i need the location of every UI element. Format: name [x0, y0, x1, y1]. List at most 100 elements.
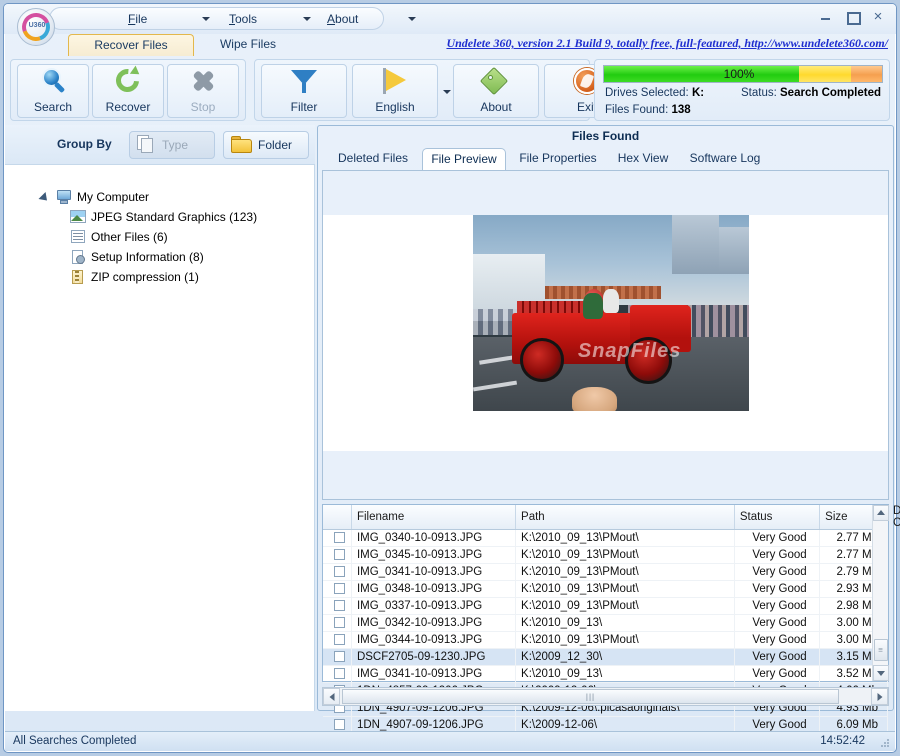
menu-about-chevron-down-icon[interactable] — [408, 17, 416, 21]
cell-checkbox — [323, 631, 352, 649]
table-horizontal-scrollbar[interactable]: ||| — [322, 687, 889, 706]
tree-node-setup-information[interactable]: Setup Information (8) — [55, 247, 314, 267]
zip-icon — [70, 269, 86, 285]
tab-deleted-files[interactable]: Deleted Files — [328, 148, 418, 170]
toolbar-group-options: Filter English About Exit — [254, 59, 630, 121]
language-chevron-down-icon[interactable] — [443, 90, 451, 94]
language-button[interactable]: English — [352, 64, 438, 118]
drives-selected-row: Drives Selected: K: — [605, 87, 704, 99]
table-row[interactable]: IMG_0340-10-0913.JPG K:\2010_09_13\PMout\… — [323, 529, 888, 547]
table-row[interactable]: DSCF2705-09-1230.JPG K:\2009_12_30\ Very G… — [323, 648, 888, 666]
tree-expander-icon[interactable] — [38, 191, 51, 205]
recover-button[interactable]: Recover — [92, 64, 164, 118]
tree-node-jpeg[interactable]: JPEG Standard Graphics (123) — [55, 207, 314, 227]
computer-icon — [56, 189, 72, 205]
menu-item-about[interactable]: About — [327, 11, 358, 28]
file-type-tree: My Computer JPEG Standard Graphics (123)… — [5, 165, 314, 287]
tab-wipe-files[interactable]: Wipe Files — [200, 34, 296, 56]
search-status-label: Status: — [741, 87, 777, 99]
row-checkbox[interactable] — [333, 532, 345, 544]
cell-filename: IMG_0341-10-0913.JPG — [351, 665, 517, 683]
tree-node-zip[interactable]: ZIP compression (1) — [55, 267, 314, 287]
table-row[interactable]: IMG_0342-10-0913.JPG K:\2010_09_13\ Very G… — [323, 614, 888, 632]
vertical-scroll-thumb[interactable]: ≡ — [874, 639, 888, 661]
group-by-folder-button[interactable]: Folder — [223, 131, 309, 159]
column-header-checkbox[interactable] — [323, 505, 352, 530]
row-checkbox[interactable] — [333, 617, 345, 629]
photo-hand — [572, 387, 617, 411]
scroll-down-button[interactable] — [873, 665, 889, 681]
scroll-left-button[interactable] — [323, 688, 340, 705]
horizontal-scroll-thumb[interactable]: ||| — [342, 689, 839, 704]
table-row[interactable]: IMG_0344-10-0913.JPG K:\2010_09_13\PMout\… — [323, 631, 888, 649]
cell-filename: IMG_0337-10-0913.JPG — [351, 597, 517, 615]
cell-path: K:\2010_09_13\PMout\ — [515, 529, 735, 547]
menu-tools-rest: ools — [235, 12, 258, 26]
menu-file-rest: ile — [135, 12, 148, 26]
table-row[interactable]: IMG_0337-10-0913.JPG K:\2010_09_13\PMout\… — [323, 597, 888, 615]
cell-status: Very Good — [734, 614, 821, 632]
promo-link[interactable]: Undelete 360, version 2.1 Build 9, total… — [446, 36, 888, 51]
table-row[interactable]: IMG_0341-10-0913.JPG K:\2010_09_13\ Very G… — [323, 665, 888, 683]
filter-icon — [262, 68, 346, 100]
menu-item-tools[interactable]: Tools — [229, 11, 257, 28]
filter-button[interactable]: Filter — [261, 64, 347, 118]
tab-file-properties[interactable]: File Properties — [512, 148, 604, 170]
tree-node-zip-label: ZIP compression (1) — [91, 270, 199, 284]
application-window: U360 File Tools About × Recover Files Wi… — [3, 3, 900, 753]
maximize-button[interactable] — [844, 10, 861, 25]
folder-icon — [231, 136, 253, 154]
search-status-value: Search Completed — [780, 87, 881, 99]
cell-checkbox — [323, 648, 352, 666]
search-button[interactable]: Search — [17, 64, 89, 118]
row-checkbox[interactable] — [333, 651, 345, 663]
table-row[interactable]: IMG_0341-10-0913.JPG K:\2010_09_13\PMout\… — [323, 563, 888, 581]
about-button[interactable]: About — [453, 64, 539, 118]
table-vertical-scrollbar[interactable]: ≡ — [872, 505, 889, 681]
tab-software-log[interactable]: Software Log — [680, 148, 770, 170]
tree-node-my-computer[interactable]: My Computer — [38, 187, 314, 207]
tree-node-other-files[interactable]: Other Files (6) — [55, 227, 314, 247]
row-checkbox[interactable] — [333, 549, 345, 561]
file-preview-area: SnapFiles — [322, 170, 889, 500]
menu-item-file[interactable]: File — [128, 11, 147, 28]
row-checkbox[interactable] — [333, 634, 345, 646]
row-checkbox[interactable] — [333, 719, 345, 731]
cell-path: K:\2009_12_30\ — [515, 648, 735, 666]
photo-passenger — [602, 289, 620, 313]
group-by-label: Group By — [57, 137, 112, 151]
cell-checkbox — [323, 546, 352, 564]
files-table-wrapper: Filename Path Status Size Date Cre IMG_0… — [322, 504, 900, 734]
tab-recover-files[interactable]: Recover Files — [68, 34, 194, 56]
row-checkbox[interactable] — [333, 600, 345, 612]
photo-building-far — [718, 226, 749, 274]
tab-hex-view[interactable]: Hex View — [610, 148, 676, 170]
photo-driver — [583, 293, 603, 319]
group-by-type-button[interactable]: Type — [129, 131, 215, 159]
menu-file-chevron-down-icon[interactable] — [202, 17, 210, 21]
minimize-button[interactable] — [818, 10, 834, 24]
table-row[interactable]: IMG_0348-10-0913.JPG K:\2010_09_13\PMout\… — [323, 580, 888, 598]
row-checkbox[interactable] — [333, 566, 345, 578]
column-header-filename[interactable]: Filename — [351, 505, 517, 530]
stop-button[interactable]: Stop — [167, 64, 239, 118]
column-header-status[interactable]: Status — [734, 505, 821, 530]
table-header-row: Filename Path Status Size Date Cre — [323, 505, 900, 530]
cell-status: Very Good — [734, 529, 821, 547]
cell-filename: IMG_0348-10-0913.JPG — [351, 580, 517, 598]
cell-status: Very Good — [734, 546, 821, 564]
scroll-up-button[interactable] — [873, 505, 889, 521]
table-row[interactable]: IMG_0345-10-0913.JPG K:\2010_09_13\PMout\… — [323, 546, 888, 564]
page-title: Files Found — [571, 129, 640, 143]
resize-grip-icon[interactable] — [880, 738, 890, 748]
tree-node-other-files-label: Other Files (6) — [91, 230, 168, 244]
close-button[interactable]: × — [870, 9, 886, 24]
scroll-right-button[interactable] — [871, 688, 888, 705]
column-header-path[interactable]: Path — [515, 505, 735, 530]
cell-status: Very Good — [734, 563, 821, 581]
tab-file-preview[interactable]: File Preview — [422, 148, 506, 170]
row-checkbox[interactable] — [333, 668, 345, 680]
cell-filename: IMG_0342-10-0913.JPG — [351, 614, 517, 632]
row-checkbox[interactable] — [333, 583, 345, 595]
menu-tools-chevron-down-icon[interactable] — [303, 17, 311, 21]
